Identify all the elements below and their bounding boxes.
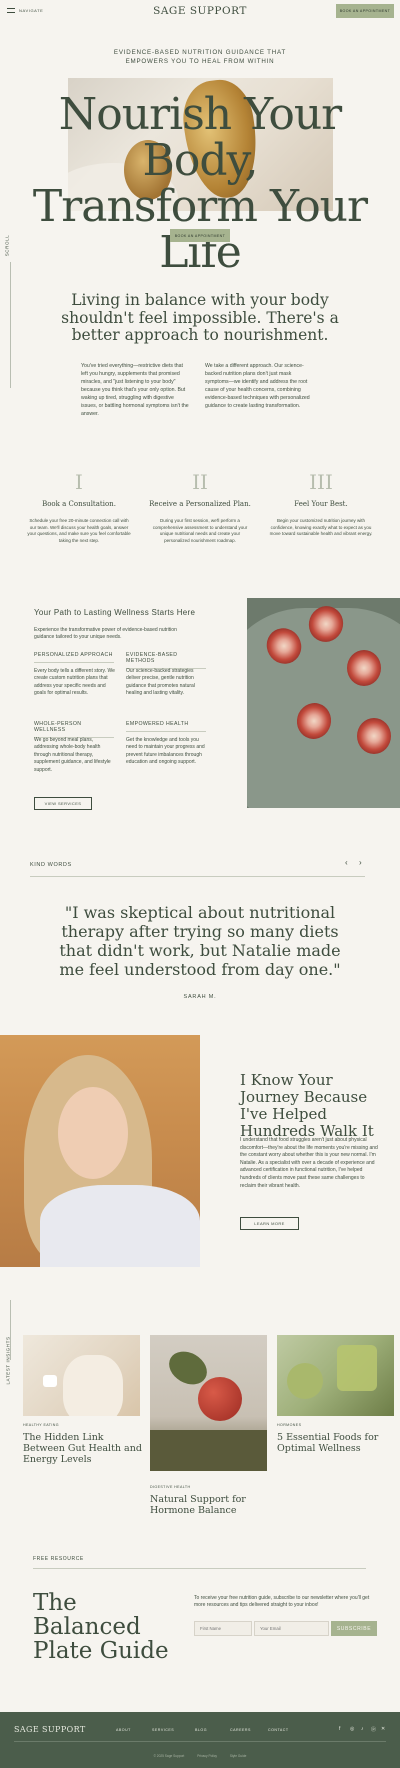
figs-image <box>247 598 400 808</box>
footer-divider <box>14 1741 386 1742</box>
about-text: I understand that food struggles aren't … <box>240 1137 378 1189</box>
feature-heading: WHOLE-PERSON WELLNESS <box>34 721 114 738</box>
step-title: Book a Consultation. <box>42 500 116 508</box>
instagram-icon[interactable]: ◎ <box>350 1726 354 1732</box>
free-resource-label: FREE RESOURCE <box>33 1556 84 1562</box>
post-title[interactable]: 5 Essential Foods for Optimal Wellness <box>277 1432 395 1454</box>
post-tag: HORMONES <box>277 1423 302 1427</box>
x-icon[interactable]: ✕ <box>381 1726 385 1732</box>
divider <box>33 1568 366 1569</box>
hero-book-button[interactable]: BOOK AN APPOINTMENT <box>170 229 230 242</box>
guide-title: The Balanced Plate Guide <box>33 1590 169 1664</box>
hero-kicker-line1: EVIDENCE-BASED NUTRITION GUIDANCE THAT <box>113 49 287 56</box>
footer-link-contact[interactable]: CONTACT <box>268 1728 289 1732</box>
testimonial-author: SARAH M. <box>183 994 217 1000</box>
feature-text: Every body tells a different story. We c… <box>34 668 115 697</box>
footer: SAGE SUPPORT ABOUT SERVICES BLOG CAREERS… <box>0 1712 400 1768</box>
feature-text: We go beyond meal plans, addressing whol… <box>34 737 111 773</box>
post-title[interactable]: The Hidden Link Between Gut Health and E… <box>23 1432 143 1465</box>
page: NAVIGATE SAGE SUPPORT BOOK AN APPOINTMEN… <box>0 0 400 1768</box>
intro-paragraph-1: You've tried everything—restrictive diet… <box>81 363 189 417</box>
guide-text: To receive your free nutrition guide, su… <box>194 1595 370 1609</box>
step-number: III <box>309 470 333 494</box>
post-tag: DIGESTIVE HEALTH <box>150 1485 191 1489</box>
wellness-subtitle: Experience the transformative power of e… <box>34 627 177 641</box>
style-guide-link[interactable]: Style Guide <box>230 1754 246 1758</box>
feature-heading: EMPOWERED HEALTH <box>126 721 206 732</box>
tiktok-icon[interactable]: ♪ <box>361 1726 364 1732</box>
next-arrow-icon[interactable]: › <box>359 858 362 867</box>
about-headline: I Know Your Journey Because I've Helped … <box>240 1071 374 1140</box>
learn-more-button[interactable]: LEARN MORE <box>240 1217 299 1230</box>
step-title: Receive a Personalized Plan. <box>149 500 251 508</box>
step-1: I Book a Consultation. Schedule your fre… <box>19 470 139 544</box>
footer-logo[interactable]: SAGE SUPPORT <box>14 1725 86 1734</box>
post-image-tea[interactable] <box>23 1335 140 1416</box>
feature-heading: PERSONALIZED APPROACH <box>34 652 114 663</box>
feature-text: Our science-backed strategies deliver pr… <box>126 668 195 697</box>
hero-kicker-line2: EMPOWERS YOU TO HEAL FROM WITHIN <box>125 58 275 65</box>
kind-words-label: KIND WORDS <box>30 862 72 868</box>
hero-kicker: EVIDENCE-BASED NUTRITION GUIDANCE THAT E… <box>0 48 400 66</box>
step-description: During your first session, we'll perform… <box>152 518 248 543</box>
step-title: Feel Your Best. <box>294 500 348 508</box>
copyright: © 2025 Sage Support <box>153 1754 185 1758</box>
latest-insights-label: LATEST INSIGHTS <box>5 1336 11 1385</box>
footer-link-about[interactable]: ABOUT <box>116 1728 131 1732</box>
step-3: III Feel Your Best. Begin your customize… <box>261 470 381 538</box>
hero-title-line1: Nourish Your Body, <box>58 89 342 186</box>
scroll-line <box>10 262 11 388</box>
hero-title: Nourish Your Body, Transform Your Life <box>0 92 400 276</box>
feature-heading: EVIDENCE-BASED METHODS <box>126 652 206 669</box>
post-image-greens[interactable] <box>277 1335 394 1416</box>
footer-link-careers[interactable]: CAREERS <box>230 1728 251 1732</box>
footer-bottom: © 2025 Sage Support Privacy Policy Style… <box>0 1754 400 1758</box>
nutritionist-photo <box>0 1035 200 1267</box>
step-description: Schedule your free 20-minute connection … <box>27 518 131 543</box>
book-appointment-button[interactable]: BOOK AN APPOINTMENT <box>336 4 394 18</box>
divider <box>30 876 365 877</box>
first-name-field[interactable] <box>194 1621 252 1636</box>
testimonial-quote: "I was skeptical about nutritional thera… <box>59 903 341 979</box>
prev-arrow-icon[interactable]: ‹ <box>345 858 348 867</box>
pinterest-icon[interactable]: ⓟ <box>371 1726 376 1733</box>
facebook-icon[interactable]: f <box>339 1726 340 1732</box>
view-services-button[interactable]: VIEW SERVICES <box>34 797 92 810</box>
email-field[interactable] <box>254 1621 329 1636</box>
privacy-link[interactable]: Privacy Policy <box>197 1754 217 1758</box>
step-number: I <box>75 470 83 494</box>
feature-text: Get the knowledge and tools you need to … <box>126 737 205 766</box>
post-title[interactable]: Natural Support for Hormone Balance <box>150 1494 270 1516</box>
post-tag: HEALTHY EATING <box>23 1423 59 1427</box>
intro-paragraph-2: We take a different approach. Our scienc… <box>205 363 310 409</box>
step-description: Begin your customized nutrition journey … <box>269 518 373 537</box>
wellness-title: Your Path to Lasting Wellness Starts Her… <box>34 608 196 617</box>
step-2: II Receive a Personalized Plan. During y… <box>140 470 260 544</box>
subscribe-button[interactable]: SUBSCRIBE <box>331 1621 377 1636</box>
post-image-apple[interactable] <box>150 1335 267 1471</box>
intro-headline: Living in balance with your body shouldn… <box>61 291 339 344</box>
scroll-label: SCROLL <box>4 234 10 257</box>
footer-link-services[interactable]: SERVICES <box>152 1728 174 1732</box>
footer-link-blog[interactable]: BLOG <box>195 1728 207 1732</box>
step-number: II <box>192 470 208 494</box>
